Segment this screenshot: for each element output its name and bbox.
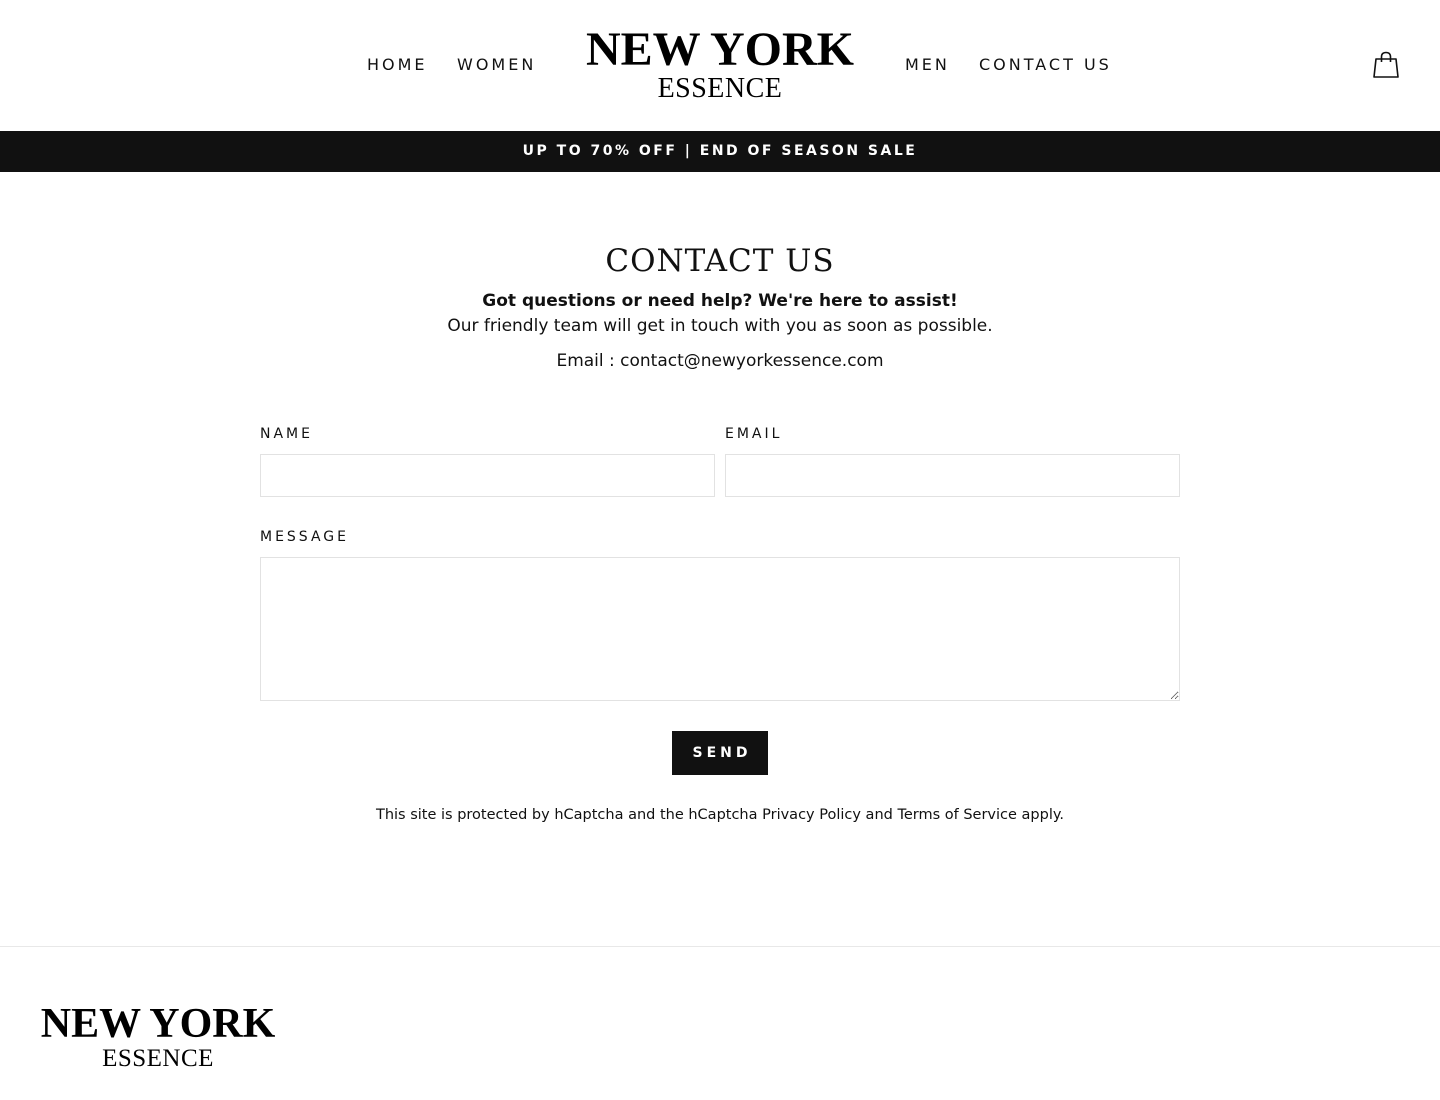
send-button[interactable]: SEND [672,731,768,775]
logo-line-2: ESSENCE [657,73,783,104]
footer-divider [0,946,1440,947]
nav-contact-us-link[interactable]: CONTACT US [979,54,1112,76]
footer-logo-line-2: ESSENCE [102,1045,214,1072]
cart-button[interactable] [1372,50,1400,80]
message-label: MESSAGE [260,529,349,545]
intro-text: Our friendly team will get in touch with… [447,316,993,336]
email-input[interactable] [725,454,1180,497]
privacy-policy-link[interactable]: Privacy Policy [762,807,861,823]
captcha-suffix: apply. [1016,807,1064,823]
terms-of-service-link[interactable]: Terms of Service [897,807,1016,823]
name-label: NAME [260,426,313,442]
intro-heading: Got questions or need help? We're here t… [482,291,958,311]
name-input[interactable] [260,454,715,497]
captcha-middle: and [860,807,898,823]
nav-men-link[interactable]: MEN [905,54,950,76]
nav-women-link[interactable]: WOMEN [457,54,536,76]
site-header: HOME WOMEN NEW YORK ESSENCE MEN CONTACT … [0,0,1440,131]
announcement-text: UP TO 70% OFF | END OF SEASON SALE [522,143,918,159]
footer-logo-line-1: NEW YORK [40,1001,276,1047]
nav-home-link[interactable]: HOME [367,54,428,76]
captcha-prefix: This site is protected by hCaptcha and t… [375,807,763,823]
email-label: EMAIL [725,426,783,442]
footer-logo[interactable]: NEW YORK ESSENCE [30,1002,286,1072]
page-title: CONTACT US [605,243,835,279]
logo-line-1: NEW YORK [585,23,855,76]
shopping-bag-icon [1373,51,1399,78]
contact-email: Email : contact@newyorkessence.com [556,351,884,371]
announcement-bar: UP TO 70% OFF | END OF SEASON SALE [0,131,1440,172]
site-logo[interactable]: NEW YORK ESSENCE [560,24,880,104]
message-textarea[interactable] [260,557,1180,701]
captcha-notice: This site is protected by hCaptcha and t… [0,805,1440,825]
